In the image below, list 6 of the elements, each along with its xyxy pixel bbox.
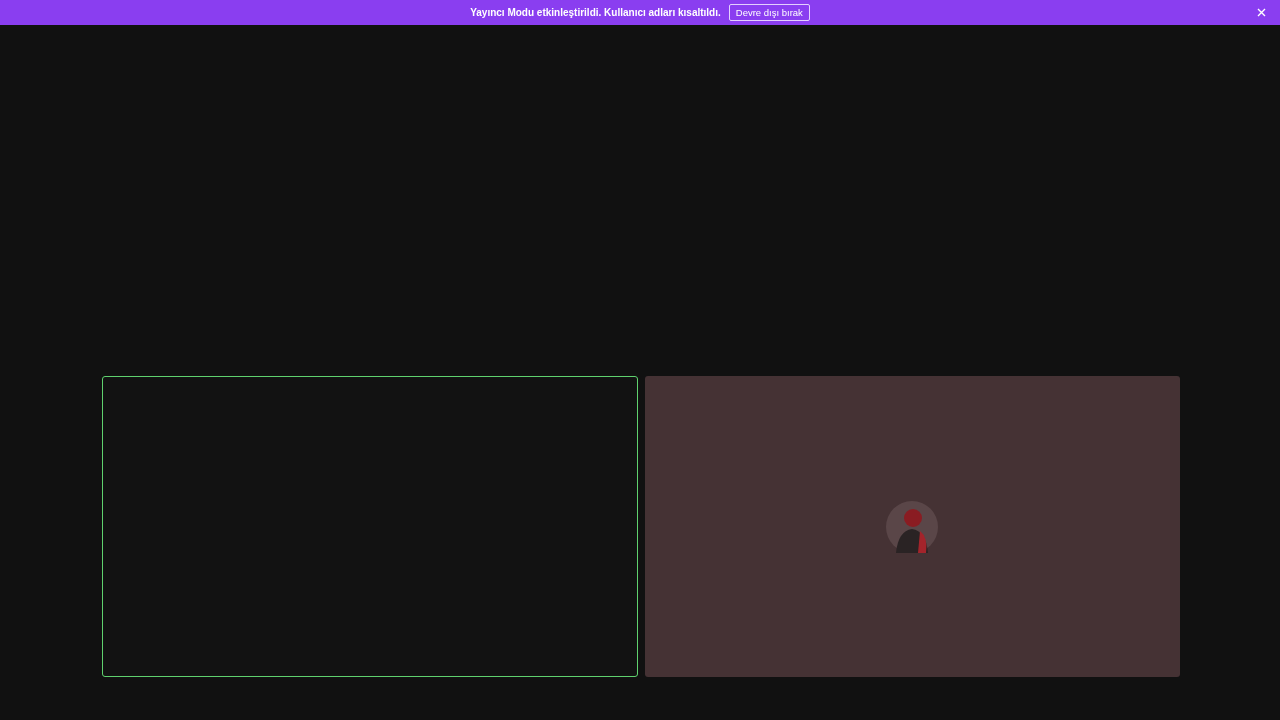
video-tile[interactable]: [644, 376, 1180, 677]
avatar-icon: [886, 500, 939, 553]
notice-text: Yayıncı Modu etkinleştirildi. Kullanıcı adları kısaltıldı.: [470, 7, 721, 18]
close-icon[interactable]: [1257, 8, 1266, 17]
disable-button[interactable]: Devre dışı bırak: [728, 4, 810, 21]
video-tile[interactable]: [102, 376, 638, 677]
